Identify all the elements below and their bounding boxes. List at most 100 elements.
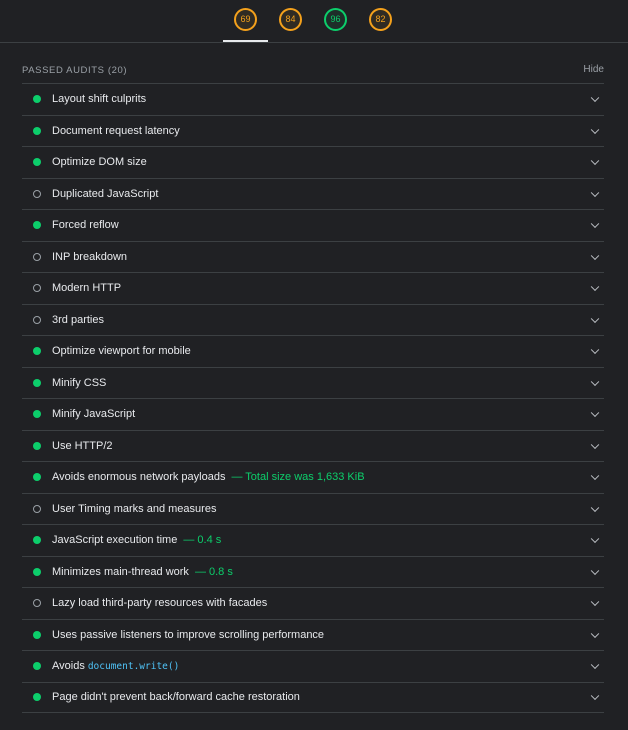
gauge-performance[interactable]: 69	[223, 8, 268, 42]
audit-row[interactable]: User Timing marks and measures	[22, 492, 604, 525]
chevron-down-icon[interactable]	[590, 597, 600, 607]
audit-title: Use HTTP/2	[52, 439, 113, 452]
pass-dot-icon	[33, 630, 41, 639]
audit-row[interactable]: Minimizes main-thread work — 0.8 s	[22, 555, 604, 588]
chevron-down-icon[interactable]	[590, 156, 600, 166]
pass-dot-icon	[33, 536, 41, 545]
audit-row[interactable]: Avoids enormous network payloads — Total …	[22, 461, 604, 493]
audit-row[interactable]: Optimize viewport for mobile	[22, 335, 604, 367]
passed-audits-header: PASSED AUDITS (20) Hide	[22, 43, 604, 83]
audit-row[interactable]: Modern HTTP	[22, 272, 604, 304]
pass-dot-icon	[33, 662, 41, 671]
audit-title: 3rd parties	[52, 313, 104, 326]
hollow-circle-icon	[33, 252, 41, 261]
audit-display-value: — Total size was 1,633 KiB	[231, 471, 365, 484]
section-title: PASSED AUDITS (20)	[22, 65, 128, 76]
hollow-circle-icon	[33, 504, 41, 513]
audit-title: Layout shift culprits	[52, 93, 147, 106]
hollow-circle-icon	[33, 189, 41, 198]
audit-row[interactable]: Optimize DOM size	[22, 146, 604, 178]
audit-row[interactable]: Page didn't prevent back/forward cache r…	[22, 681, 604, 713]
audit-title: Duplicated JavaScript	[52, 187, 159, 200]
score-header: 69 84 96 82	[0, 0, 628, 43]
audit-row[interactable]: Layout shift culprits	[22, 83, 604, 115]
chevron-down-icon[interactable]	[590, 566, 600, 575]
hollow-circle-icon	[33, 284, 41, 293]
hide-button[interactable]: Hide	[583, 64, 604, 75]
gauge-score: 96	[330, 14, 341, 24]
audit-row[interactable]: 3rd parties	[22, 303, 604, 336]
chevron-down-icon[interactable]	[590, 282, 600, 292]
audit-row[interactable]: Forced reflow	[22, 209, 604, 241]
audit-row[interactable]: Duplicated JavaScript	[22, 177, 604, 210]
audit-display-value: — 0.8 s	[194, 565, 233, 578]
audit-row[interactable]: Avoids document.write()	[22, 650, 604, 682]
audit-title: Minify CSS	[52, 376, 107, 389]
pass-dot-icon	[33, 126, 41, 135]
chevron-down-icon[interactable]	[590, 440, 600, 449]
audit-row[interactable]: Minify CSS	[22, 366, 604, 399]
audit-row[interactable]: Use HTTP/2	[22, 429, 604, 462]
audit-list: Layout shift culprits Document request la…	[22, 83, 604, 713]
audit-title: Uses passive listeners to improve scroll…	[52, 628, 325, 641]
chevron-down-icon[interactable]	[590, 691, 600, 701]
chevron-down-icon[interactable]	[590, 408, 600, 418]
gauge-score: 69	[240, 14, 251, 24]
gauge-seo[interactable]: 82	[358, 8, 403, 42]
chevron-down-icon[interactable]	[590, 660, 600, 670]
pass-dot-icon	[33, 473, 41, 482]
audit-row[interactable]: JavaScript execution time — 0.4 s	[22, 524, 604, 556]
audit-code: document.write()	[87, 660, 180, 672]
gauge-ring: 82	[369, 8, 392, 31]
pass-dot-icon	[33, 378, 41, 387]
chevron-down-icon[interactable]	[590, 503, 600, 512]
audit-title: Avoids enormous network payloads	[52, 471, 226, 484]
audit-title: Forced reflow	[52, 219, 119, 232]
chevron-down-icon[interactable]	[590, 377, 600, 386]
audit-title: Document request latency	[52, 124, 180, 137]
audit-row[interactable]: Minify JavaScript	[22, 398, 604, 430]
audit-display-value: — 0.4 s	[183, 534, 222, 547]
audit-title: Avoids	[52, 660, 85, 673]
gauge-ring: 69	[234, 8, 257, 31]
audit-title: JavaScript execution time	[52, 534, 178, 547]
pass-dot-icon	[33, 221, 41, 230]
pass-dot-icon	[33, 441, 41, 450]
chevron-down-icon[interactable]	[590, 93, 600, 103]
chevron-down-icon[interactable]	[590, 314, 600, 323]
pass-dot-icon	[33, 567, 41, 576]
chevron-down-icon[interactable]	[590, 219, 600, 229]
gauge-ring: 96	[324, 8, 347, 31]
pass-dot-icon	[33, 95, 41, 104]
gauge-score: 82	[375, 14, 386, 24]
audit-title: User Timing marks and measures	[52, 502, 217, 515]
pass-dot-icon	[33, 347, 41, 356]
pass-dot-icon	[33, 158, 41, 167]
audit-title: Modern HTTP	[52, 282, 122, 295]
chevron-down-icon[interactable]	[590, 251, 600, 260]
audit-title: Page didn't prevent back/forward cache r…	[52, 691, 300, 704]
audit-title: Optimize viewport for mobile	[52, 345, 191, 358]
chevron-down-icon[interactable]	[590, 534, 600, 544]
pass-dot-icon	[33, 693, 41, 702]
gauge-ring: 84	[279, 8, 302, 31]
score-gauges: 69 84 96 82	[223, 8, 403, 42]
chevron-down-icon[interactable]	[590, 629, 600, 638]
gauge-accessibility[interactable]: 84	[268, 8, 313, 42]
pass-dot-icon	[33, 410, 41, 419]
audit-row[interactable]: Uses passive listeners to improve scroll…	[22, 618, 604, 651]
hollow-circle-icon	[33, 599, 41, 608]
chevron-down-icon[interactable]	[590, 188, 600, 197]
hollow-circle-icon	[33, 315, 41, 324]
audit-row[interactable]: Document request latency	[22, 114, 604, 147]
chevron-down-icon[interactable]	[590, 345, 600, 355]
chevron-down-icon[interactable]	[590, 471, 600, 481]
audit-title: Optimize DOM size	[52, 156, 147, 169]
gauge-score: 84	[285, 14, 296, 24]
audit-title: Minify JavaScript	[52, 408, 136, 421]
audit-row[interactable]: INP breakdown	[22, 240, 604, 273]
audit-title: Lazy load third-party resources with fac…	[52, 597, 268, 610]
chevron-down-icon[interactable]	[590, 125, 600, 134]
gauge-best-practices[interactable]: 96	[313, 8, 358, 42]
audit-row[interactable]: Lazy load third-party resources with fac…	[22, 587, 604, 619]
